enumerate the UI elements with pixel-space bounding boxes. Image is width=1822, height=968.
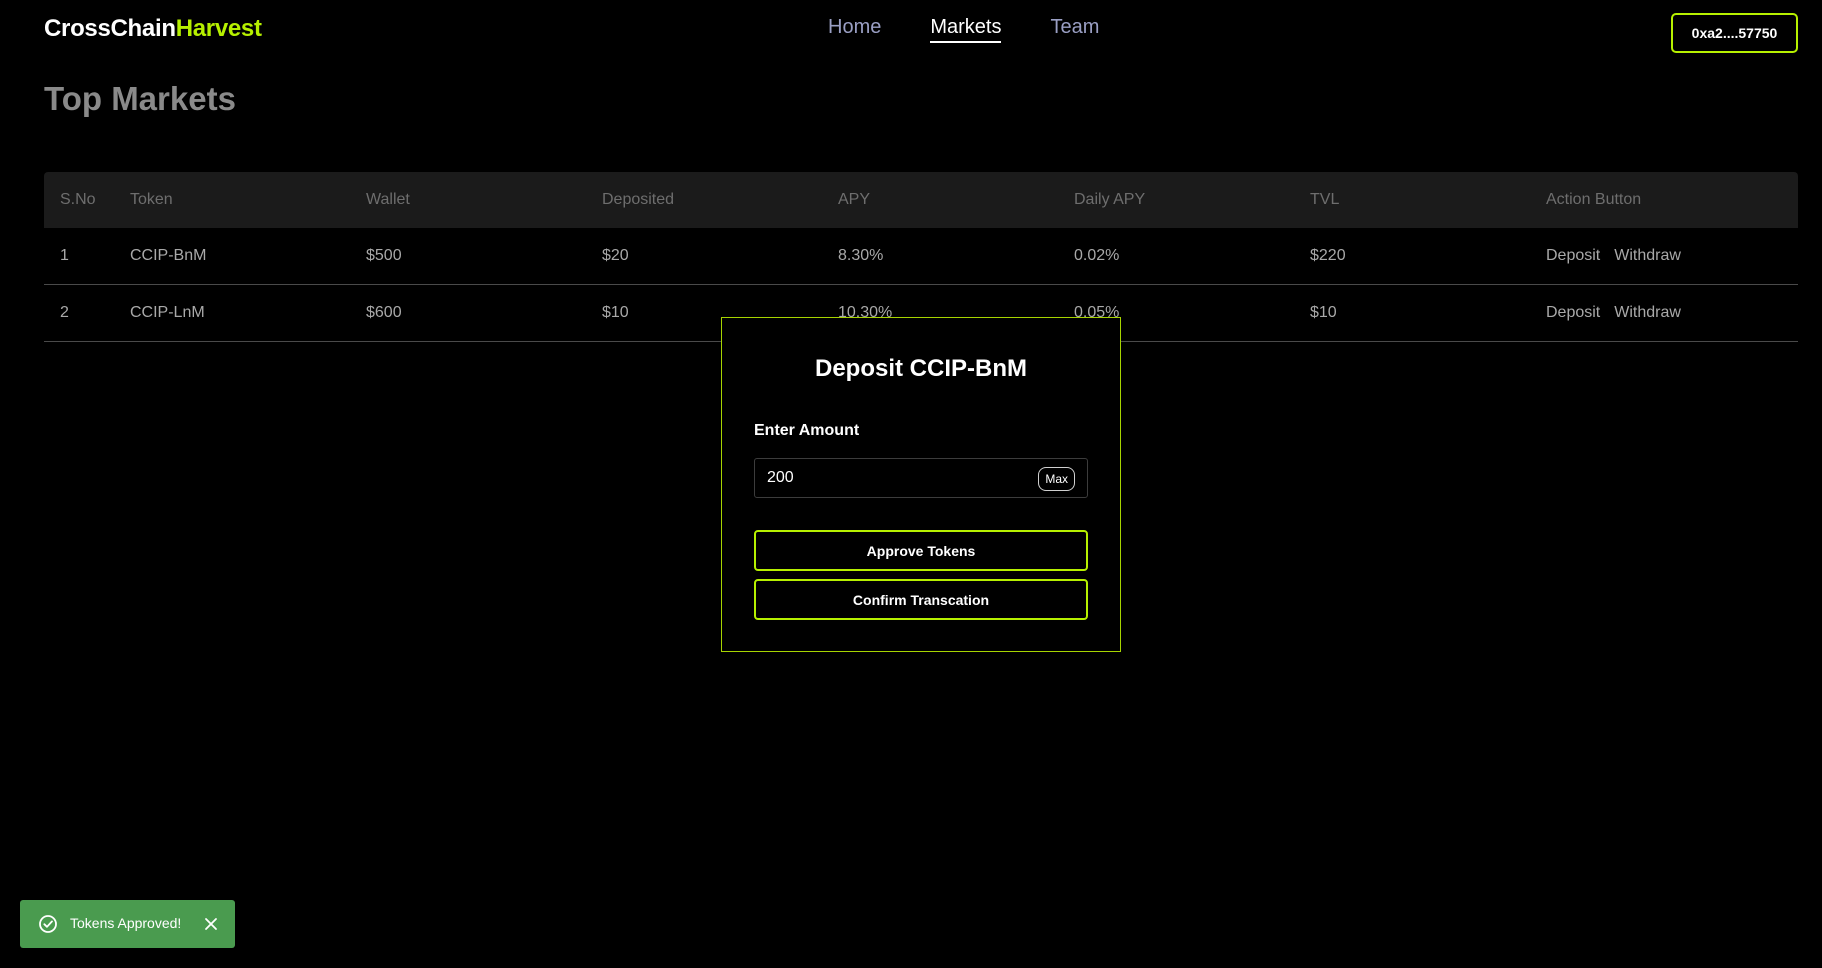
- deposit-button[interactable]: Deposit: [1546, 247, 1600, 265]
- amount-field: Max: [754, 458, 1088, 498]
- amount-label: Enter Amount: [754, 422, 860, 439]
- cell-token: CCIP-LnM: [130, 304, 205, 321]
- cell-apy: 8.30%: [838, 247, 884, 264]
- col-header-tvl: TVL: [1310, 191, 1340, 208]
- nav-home[interactable]: Home: [828, 16, 881, 43]
- cell-wallet: $500: [366, 247, 402, 264]
- table-row: 1 CCIP-BnM $500 $20 8.30% 0.02% $220 Dep…: [44, 228, 1798, 285]
- cell-daily-apy: 0.02%: [1074, 247, 1120, 264]
- cell-actions: Deposit Withdraw: [1546, 247, 1798, 265]
- success-toast: Tokens Approved!: [20, 900, 235, 948]
- col-header-daily-apy: Daily APY: [1074, 191, 1146, 208]
- deposit-button[interactable]: Deposit: [1546, 304, 1600, 322]
- close-icon[interactable]: [201, 914, 221, 934]
- brand-name-part1: CrossChain: [44, 15, 176, 42]
- cell-tvl: $220: [1310, 247, 1346, 264]
- check-circle-icon: [38, 914, 58, 934]
- brand-logo[interactable]: CrossChainHarvest: [44, 15, 262, 43]
- amount-input[interactable]: [767, 459, 1027, 497]
- cell-tvl: $10: [1310, 304, 1337, 321]
- col-header-wallet: Wallet: [366, 191, 410, 208]
- cell-actions: Deposit Withdraw: [1546, 304, 1798, 322]
- cell-deposited: $20: [602, 247, 629, 264]
- nav-markets[interactable]: Markets: [930, 16, 1002, 43]
- max-button[interactable]: Max: [1038, 467, 1075, 491]
- cell-token: CCIP-BnM: [130, 247, 207, 264]
- page-title: Top Markets: [44, 80, 236, 117]
- col-header-apy: APY: [838, 191, 871, 208]
- col-header-deposited: Deposited: [602, 191, 675, 208]
- table-header: S.No Token Wallet Deposited APY Daily AP…: [44, 172, 1798, 228]
- cell-wallet: $600: [366, 304, 402, 321]
- col-header-token: Token: [130, 191, 173, 208]
- col-header-sno: S.No: [60, 191, 96, 208]
- confirm-transaction-button[interactable]: Confirm Transcation: [754, 579, 1088, 620]
- cell-sno: 1: [60, 247, 69, 264]
- withdraw-button[interactable]: Withdraw: [1614, 247, 1681, 265]
- main-nav: Home Markets Team: [828, 16, 1099, 43]
- withdraw-button[interactable]: Withdraw: [1614, 304, 1681, 322]
- wallet-address-button[interactable]: 0xa2....57750: [1671, 13, 1798, 53]
- toast-message: Tokens Approved!: [70, 915, 182, 931]
- deposit-modal: Deposit CCIP-BnM Enter Amount Max Approv…: [721, 317, 1121, 652]
- approve-tokens-button[interactable]: Approve Tokens: [754, 530, 1088, 571]
- cell-sno: 2: [60, 304, 69, 321]
- nav-team[interactable]: Team: [1050, 16, 1099, 43]
- col-header-action: Action Button: [1546, 191, 1642, 208]
- modal-title: Deposit CCIP-BnM: [815, 355, 1027, 382]
- brand-name-part2: Harvest: [175, 15, 262, 42]
